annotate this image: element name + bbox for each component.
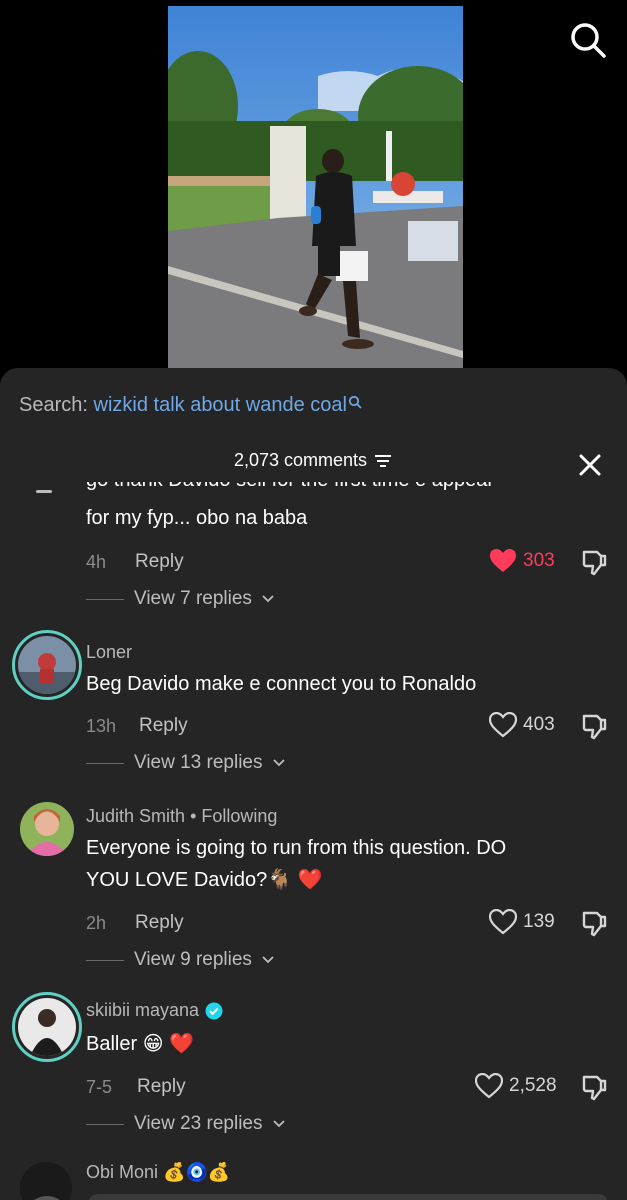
dislike-icon xyxy=(582,550,607,576)
like-count: 139 xyxy=(523,911,555,932)
heart-icon xyxy=(490,549,516,572)
comment-author[interactable]: Loner xyxy=(86,642,132,663)
chevron-down-icon xyxy=(272,1120,285,1128)
search-button[interactable] xyxy=(566,18,610,62)
avatar[interactable] xyxy=(20,802,74,856)
comments-header: 2,073 comments xyxy=(0,450,627,480)
comment-text-block: Everyone is going to run from this quest… xyxy=(86,832,606,896)
chevron-down-icon xyxy=(262,595,274,603)
comment-text-line1: Everyone is going to run from this quest… xyxy=(86,837,507,859)
close-button[interactable] xyxy=(577,452,603,478)
filter-icon[interactable] xyxy=(373,453,393,469)
reply-button[interactable]: Reply xyxy=(137,1076,186,1098)
comment-text: Beg Davido make e connect you to Ronaldo xyxy=(86,673,477,695)
dislike-button[interactable] xyxy=(580,909,608,937)
search-suggestion[interactable]: Search: wizkid talk about wande coal xyxy=(19,394,362,417)
following-label: • Following xyxy=(190,806,278,826)
comment-author[interactable]: skiibii mayana xyxy=(86,1000,199,1021)
reply-button[interactable]: Reply xyxy=(135,551,184,573)
view-replies-button[interactable]: View 9 replies xyxy=(86,949,274,971)
comment-author-row: skiibii mayana xyxy=(86,1000,223,1021)
view-replies-button[interactable]: View 13 replies xyxy=(86,752,285,774)
comment-time: 2h xyxy=(86,913,107,933)
comment-emoji: 😁 ❤️ xyxy=(142,1033,195,1055)
comment-text-row: Baller 😁 ❤️ xyxy=(86,1028,606,1060)
like-count: 2,528 xyxy=(509,1075,557,1096)
heart-icon xyxy=(489,712,517,738)
video-area[interactable] xyxy=(0,0,627,380)
like-button[interactable]: 403 xyxy=(489,712,555,738)
comment-time: 4h xyxy=(86,552,107,572)
divider xyxy=(86,762,124,764)
verified-icon xyxy=(205,1002,223,1019)
comments-sheet: Search: wizkid talk about wande coal 2,0… xyxy=(0,368,627,1200)
avatar-edge xyxy=(36,490,52,493)
comments-list[interactable]: go thank Davido sell for the first time … xyxy=(0,480,627,1200)
comment-text-line2: YOU LOVE Davido?🐐 ❤️ xyxy=(86,869,323,891)
comment-emoji: 🐐 ❤️ xyxy=(267,869,323,891)
close-icon xyxy=(579,454,601,476)
search-icon xyxy=(348,394,362,417)
comment-text-cut: go thank Davido sell for the first time … xyxy=(86,480,494,491)
comment-input[interactable] xyxy=(88,1194,608,1200)
like-button[interactable]: 139 xyxy=(489,909,555,935)
divider xyxy=(86,1123,124,1125)
chevron-down-icon xyxy=(272,759,285,767)
like-count: 403 xyxy=(523,714,555,735)
heart-icon xyxy=(475,1073,503,1099)
comment-text: Baller xyxy=(86,1033,138,1055)
comment-text: for my fyp... obo na baba xyxy=(86,507,308,529)
avatar[interactable] xyxy=(20,1162,72,1200)
avatar[interactable] xyxy=(12,630,82,700)
view-replies-label: View 23 replies xyxy=(134,1113,263,1134)
dislike-button[interactable] xyxy=(580,712,608,740)
dislike-icon xyxy=(582,1075,607,1101)
search-prefix: Search: xyxy=(19,394,88,416)
dislike-icon xyxy=(582,714,607,740)
comment-author[interactable]: Judith Smith xyxy=(86,806,185,826)
divider xyxy=(86,598,124,600)
view-replies-button[interactable]: View 23 replies xyxy=(86,1113,285,1135)
comments-count: 2,073 comments xyxy=(233,450,368,470)
view-replies-label: View 9 replies xyxy=(134,949,252,970)
divider xyxy=(86,959,124,961)
search-query[interactable]: wizkid talk about wande coal xyxy=(94,394,347,416)
comment-author-row: Obi Moni 💰🧿💰 xyxy=(86,1162,230,1183)
chevron-down-icon xyxy=(262,956,274,964)
dislike-button[interactable] xyxy=(580,1073,608,1101)
comment-time: 7-5 xyxy=(86,1077,113,1097)
like-button[interactable]: 303 xyxy=(489,548,555,574)
view-replies-label: View 7 replies xyxy=(134,588,252,609)
comment-author-row: Judith Smith • Following xyxy=(86,806,277,827)
heart-icon xyxy=(489,909,517,935)
like-button[interactable]: 2,528 xyxy=(475,1073,557,1099)
video-player[interactable] xyxy=(168,6,463,368)
view-replies-label: View 13 replies xyxy=(134,752,263,773)
view-replies-button[interactable]: View 7 replies xyxy=(86,588,274,610)
comment-author[interactable]: Obi Moni xyxy=(86,1162,158,1182)
search-icon xyxy=(571,23,606,58)
reply-button[interactable]: Reply xyxy=(135,912,184,934)
reply-button[interactable]: Reply xyxy=(139,715,188,737)
dislike-button[interactable] xyxy=(580,548,608,576)
like-count: 303 xyxy=(523,550,555,571)
dislike-icon xyxy=(582,911,607,937)
avatar[interactable] xyxy=(12,992,82,1062)
comment-time: 13h xyxy=(86,716,117,736)
name-emoji: 💰🧿💰 xyxy=(163,1162,231,1182)
